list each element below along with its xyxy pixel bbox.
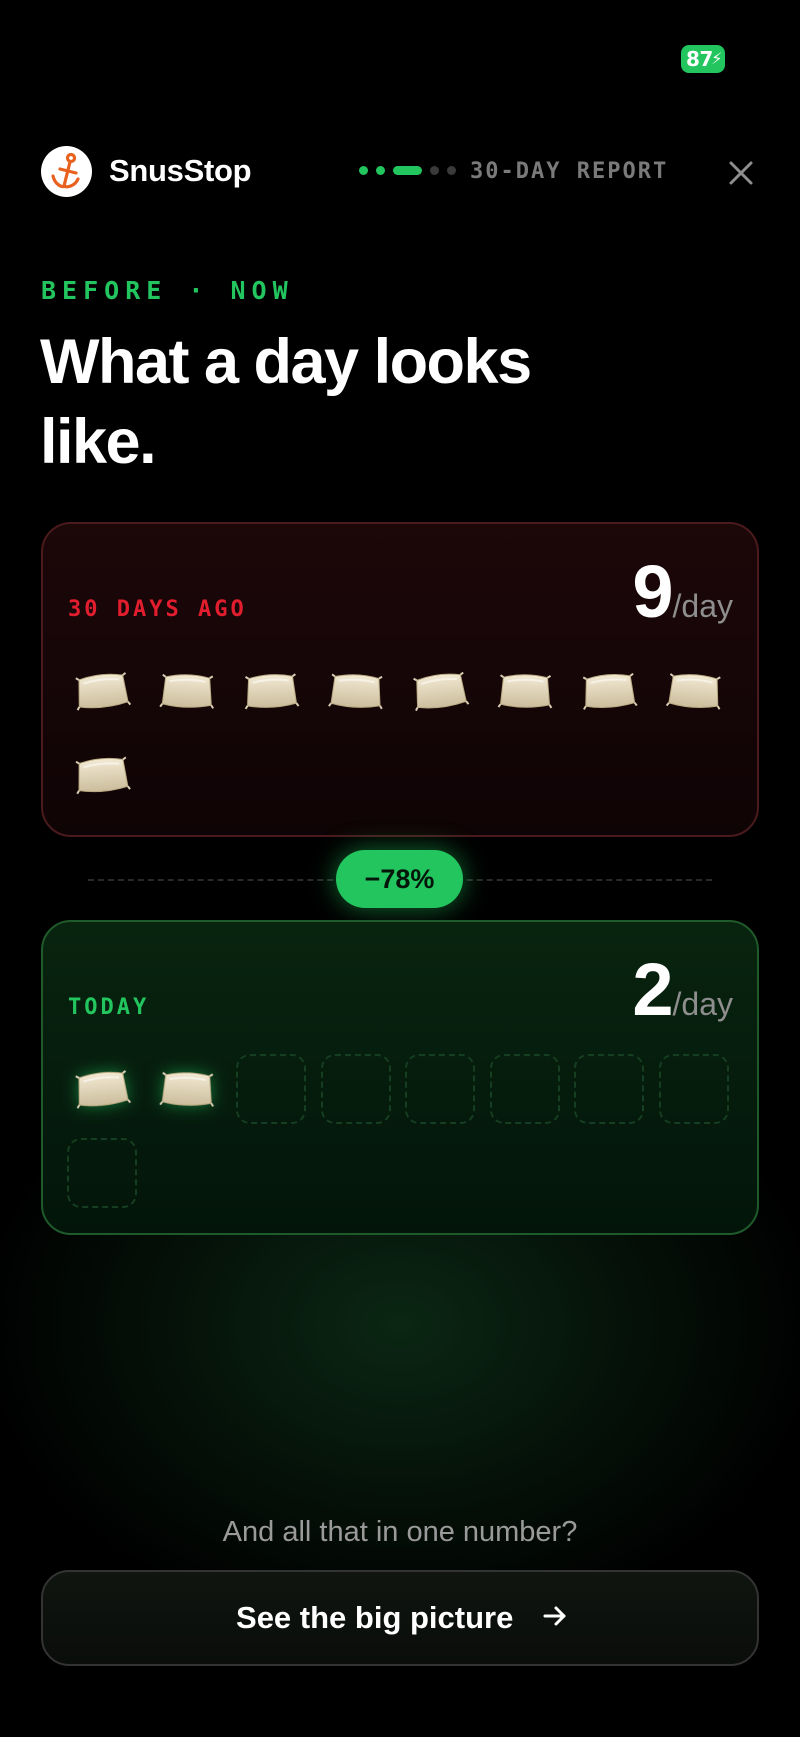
today-pouch-icon bbox=[72, 1066, 132, 1113]
before-pouch-icon bbox=[326, 668, 385, 714]
section-eyebrow: BEFORE · NOW bbox=[41, 276, 294, 305]
cta-teaser: And all that in one number? bbox=[222, 1516, 578, 1548]
today-empty-slot bbox=[67, 1138, 137, 1208]
before-pouch-icon bbox=[410, 667, 470, 715]
arrow-right-icon bbox=[542, 1572, 568, 1664]
close-icon bbox=[729, 161, 753, 185]
today-card: TODAY 2/day bbox=[41, 920, 759, 1235]
today-empty-slot bbox=[574, 1054, 644, 1124]
before-card: 30 DAYS AGO 9/day bbox=[41, 522, 759, 837]
today-card-label: TODAY bbox=[68, 995, 150, 1020]
before-pouch-icon bbox=[157, 669, 215, 714]
today-card-value: 2/day bbox=[632, 950, 733, 1044]
progress-step-1 bbox=[359, 166, 368, 175]
today-empty-slot bbox=[320, 1054, 391, 1124]
see-big-picture-label: See the big picture bbox=[236, 1600, 514, 1635]
battery-indicator: 87 ⚡ bbox=[681, 45, 725, 73]
progress-step-4 bbox=[430, 166, 439, 175]
before-pouch-icon bbox=[72, 668, 132, 715]
app-name: SnusStop bbox=[109, 153, 252, 188]
before-pouch-icon bbox=[496, 669, 553, 713]
today-empty-slot bbox=[405, 1054, 475, 1124]
today-pouch-icon bbox=[157, 1067, 215, 1112]
today-daily-unit: /day bbox=[672, 986, 733, 1022]
before-daily-unit: /day bbox=[672, 588, 733, 624]
before-daily-count: 9 bbox=[632, 550, 673, 633]
today-daily-count: 2 bbox=[632, 948, 673, 1031]
today-empty-slot bbox=[236, 1054, 306, 1124]
today-empty-slot bbox=[489, 1054, 560, 1124]
before-card-label: 30 DAYS AGO bbox=[68, 597, 247, 622]
today-empty-slot bbox=[658, 1054, 729, 1124]
battery-level: 87 bbox=[686, 47, 713, 71]
before-pouch-icon bbox=[580, 669, 638, 714]
page-title: What a day looks like. bbox=[40, 327, 532, 477]
before-pouch-icon bbox=[73, 752, 132, 798]
charging-bolt-icon: ⚡ bbox=[711, 49, 722, 68]
before-card-value: 9/day bbox=[632, 552, 733, 646]
progress-step-5 bbox=[447, 166, 456, 175]
close-button[interactable] bbox=[722, 154, 760, 192]
change-badge: −78% bbox=[336, 850, 463, 908]
progress-step-2 bbox=[376, 166, 385, 175]
app-logo bbox=[41, 146, 92, 197]
see-big-picture-button[interactable]: See the big picture bbox=[41, 1570, 759, 1666]
before-pouch-icon bbox=[664, 668, 723, 715]
before-pouch-icon bbox=[242, 669, 300, 713]
anchor-icon bbox=[51, 152, 80, 189]
progress-step-3-current bbox=[393, 166, 422, 175]
report-title: 30-DAY REPORT bbox=[470, 159, 669, 184]
